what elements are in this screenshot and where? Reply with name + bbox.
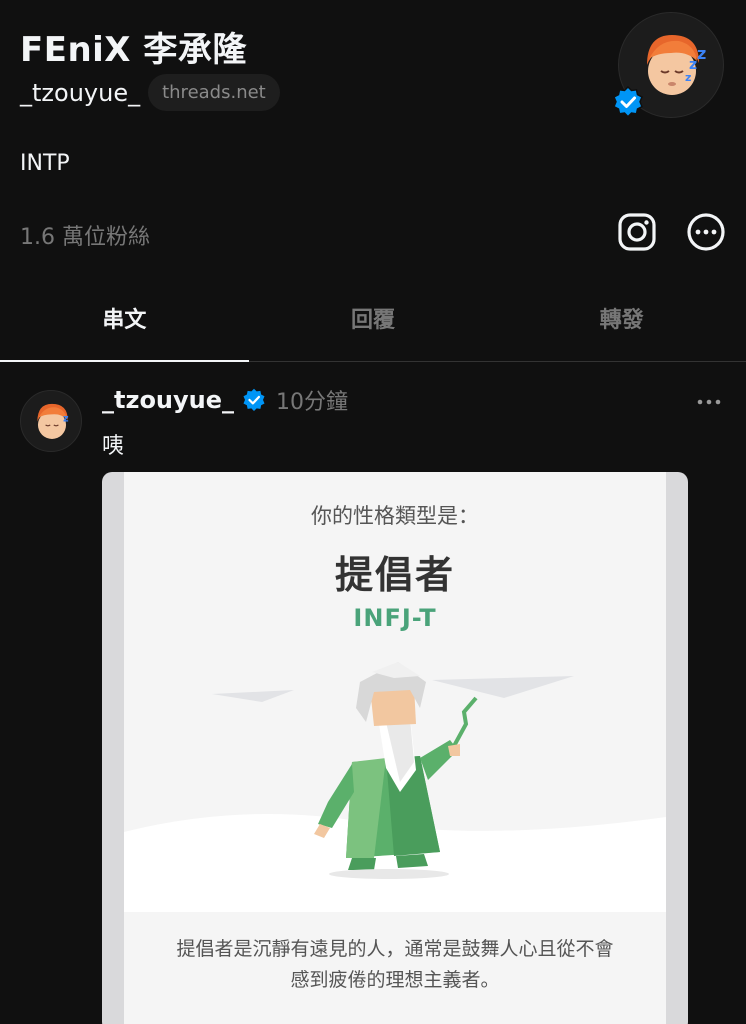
card-description: 提倡者是沉靜有遠見的人，通常是鼓舞人心且從不會 感到疲倦的理想主義者。 <box>144 934 646 996</box>
post-image[interactable]: 你的性格類型是： 提倡者 INFJ-T 提倡者是沉靜有遠見的人，通常是鼓舞人心且… <box>102 472 688 1024</box>
card-description-line-1: 提倡者是沉靜有遠見的人，通常是鼓舞人心且從不會 <box>176 938 614 960</box>
tab-reposts[interactable]: 轉發 <box>497 290 746 361</box>
more-horizontal-icon[interactable] <box>694 392 724 412</box>
profile-tabs: 串文 回覆 轉發 <box>0 290 746 362</box>
profile-handle: _tzouyue_ <box>20 78 141 107</box>
personality-card: 你的性格類型是： 提倡者 INFJ-T 提倡者是沉靜有遠見的人，通常是鼓舞人心且… <box>124 472 666 1024</box>
advocate-figure-illustration <box>124 662 666 912</box>
tab-threads[interactable]: 串文 <box>0 290 249 362</box>
more-circle-icon[interactable] <box>686 212 726 252</box>
svg-text:z: z <box>63 413 68 424</box>
post-timestamp: 10分鐘 <box>276 390 349 415</box>
post-username[interactable]: _tzouyue_ <box>102 386 234 414</box>
card-type-code: INFJ-T <box>353 604 437 632</box>
post-header: _tzouyue_ 10分鐘 <box>102 384 348 416</box>
svg-text:z: z <box>685 71 691 84</box>
svg-text:z: z <box>697 44 706 63</box>
card-type-title: 提倡者 <box>334 553 455 597</box>
profile-handle-row: _tzouyue_ threads.net <box>20 74 280 111</box>
profile-bio: INTP <box>20 151 70 176</box>
followers-count[interactable]: 1.6 萬位粉絲 <box>20 219 150 251</box>
card-description-line-2: 感到疲倦的理想主義者。 <box>290 969 500 991</box>
domain-badge[interactable]: threads.net <box>148 74 280 111</box>
verified-badge-icon <box>243 388 265 411</box>
tab-replies[interactable]: 回覆 <box>249 290 498 361</box>
post-text: 咦 <box>102 434 125 459</box>
post-avatar[interactable]: z <box>20 390 82 452</box>
post-avatar-image: z <box>37 403 69 439</box>
instagram-icon[interactable] <box>617 212 657 252</box>
profile-display-name: FEniX 李承隆 <box>20 30 247 70</box>
card-intro: 你的性格類型是： <box>311 504 479 528</box>
verified-badge-icon <box>613 86 643 118</box>
